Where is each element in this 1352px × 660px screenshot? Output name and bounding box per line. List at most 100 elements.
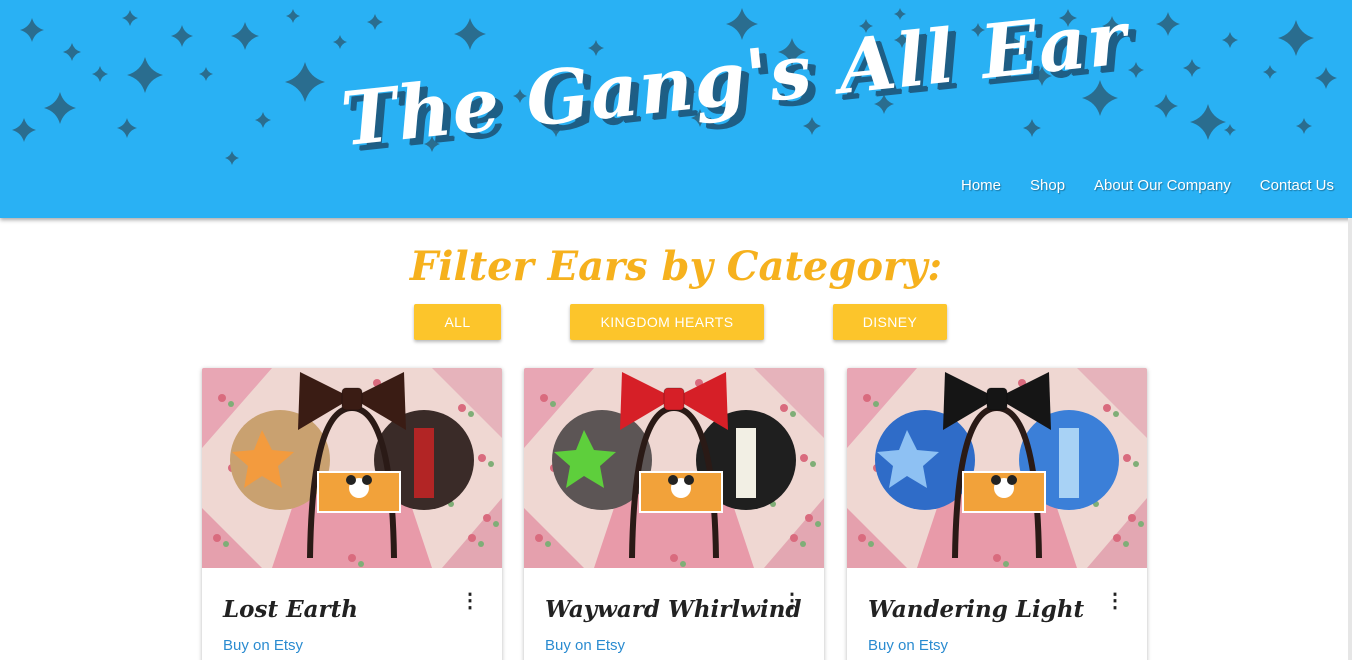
buy-on-etsy-link[interactable]: Buy on Etsy [223, 636, 303, 656]
leaf-dot [810, 461, 816, 467]
product-image[interactable] [847, 368, 1147, 568]
logo-ear [1007, 475, 1017, 485]
right-ear-emblem [1059, 428, 1079, 498]
sparkle-star [286, 9, 300, 23]
nav-about-link[interactable]: About Our Company [1094, 176, 1231, 196]
flower-dot [540, 394, 548, 402]
main-nav: Home Shop About Our Company Contact Us [932, 176, 1334, 196]
sparkle-star [1190, 104, 1226, 140]
more-vert-icon[interactable]: ⋮ [460, 590, 480, 612]
nav-shop-link[interactable]: Shop [1030, 176, 1065, 196]
product-title: Wayward Whirlwind [545, 596, 802, 623]
sparkle-star [255, 112, 271, 128]
sparkle-star [1296, 118, 1312, 134]
logo-ear [684, 475, 694, 485]
leaf-dot [1138, 521, 1144, 527]
leaf-dot [1003, 561, 1009, 567]
product-card-lost-earth: Lost Earth ⋮ Buy on Etsy [202, 368, 502, 660]
sparkle-star [1263, 65, 1277, 79]
leaf-dot [815, 521, 821, 527]
sparkle-star [199, 67, 213, 81]
leaf-dot [1133, 461, 1139, 467]
sparkle-star [12, 118, 36, 142]
flower-dot [800, 454, 808, 462]
leaf-dot [358, 561, 364, 567]
bow-knot [986, 387, 1008, 411]
sparkle-star [1315, 67, 1337, 89]
flower-dot [858, 534, 866, 542]
sparkle-star [122, 10, 138, 26]
nav-contact-link[interactable]: Contact Us [1260, 176, 1334, 196]
product-card-wandering-light: Wandering Light ⋮ Buy on Etsy [847, 368, 1147, 660]
flower-dot [458, 404, 466, 412]
logo-ear [668, 475, 678, 485]
leaf-dot [868, 541, 874, 547]
flower-dot [863, 394, 871, 402]
right-ear-emblem [414, 428, 434, 498]
sparkle-star [231, 22, 259, 50]
leaf-dot [468, 411, 474, 417]
more-vert-icon[interactable]: ⋮ [1105, 590, 1125, 612]
flower-dot [468, 534, 476, 542]
more-vert-icon[interactable]: ⋮ [782, 590, 802, 612]
filter-all-button[interactable]: ALL [414, 304, 501, 340]
product-image[interactable] [524, 368, 824, 568]
flower-dot [348, 554, 356, 562]
sparkle-star [285, 62, 325, 102]
logo-ear [362, 475, 372, 485]
flower-dot [535, 534, 543, 542]
sparkle-star [44, 92, 76, 124]
flower-dot [1103, 404, 1111, 412]
leaf-dot [790, 411, 796, 417]
bow-knot [341, 387, 363, 411]
leaf-dot [800, 541, 806, 547]
product-title: Lost Earth [223, 596, 358, 623]
leaf-dot [478, 541, 484, 547]
sparkle-star [1154, 94, 1178, 118]
buy-on-etsy-link[interactable]: Buy on Etsy [868, 636, 948, 656]
logo-ear [346, 475, 356, 485]
flower-dot [218, 394, 226, 402]
flower-dot [780, 404, 788, 412]
leaf-dot [493, 521, 499, 527]
flower-dot [670, 554, 678, 562]
bow-knot [663, 387, 685, 411]
flower-dot [1128, 514, 1136, 522]
leaf-dot [1123, 541, 1129, 547]
leaf-dot [488, 461, 494, 467]
flower-dot [805, 514, 813, 522]
logo-ear [991, 475, 1001, 485]
buy-on-etsy-link[interactable]: Buy on Etsy [545, 636, 625, 656]
leaf-dot [545, 541, 551, 547]
nav-home-link[interactable]: Home [961, 176, 1001, 196]
flower-dot [483, 514, 491, 522]
flower-dot [993, 554, 1001, 562]
sparkle-star [117, 118, 137, 138]
leaf-dot [550, 401, 556, 407]
sparkle-star [367, 14, 383, 30]
sparkle-star [171, 25, 193, 47]
filter-kingdom-hearts-button[interactable]: KINGDOM HEARTS [570, 304, 764, 340]
sparkle-star [92, 66, 108, 82]
product-title: Wandering Light [868, 596, 1085, 623]
sparkle-star [127, 57, 163, 93]
leaf-dot [228, 401, 234, 407]
product-image[interactable] [202, 368, 502, 568]
flower-dot [790, 534, 798, 542]
leaf-dot [680, 561, 686, 567]
sparkle-star [1222, 32, 1238, 48]
sparkle-star [1278, 20, 1314, 56]
right-ear-emblem [736, 428, 756, 498]
sparkle-star [63, 43, 81, 61]
sparkle-star [20, 18, 44, 42]
flower-dot [1123, 454, 1131, 462]
leaf-dot [873, 401, 879, 407]
filter-disney-button[interactable]: DISNEY [833, 304, 947, 340]
filter-heading: Filter Ears by Category: [409, 243, 943, 290]
flower-dot [478, 454, 486, 462]
sparkle-star [225, 151, 239, 165]
product-card-wayward-whirlwind: Wayward Whirlwind ⋮ Buy on Etsy [524, 368, 824, 660]
sparkle-star [1156, 12, 1180, 36]
flower-dot [213, 534, 221, 542]
site-header: The Gang's All Ear Home Shop About Our C… [0, 0, 1352, 218]
